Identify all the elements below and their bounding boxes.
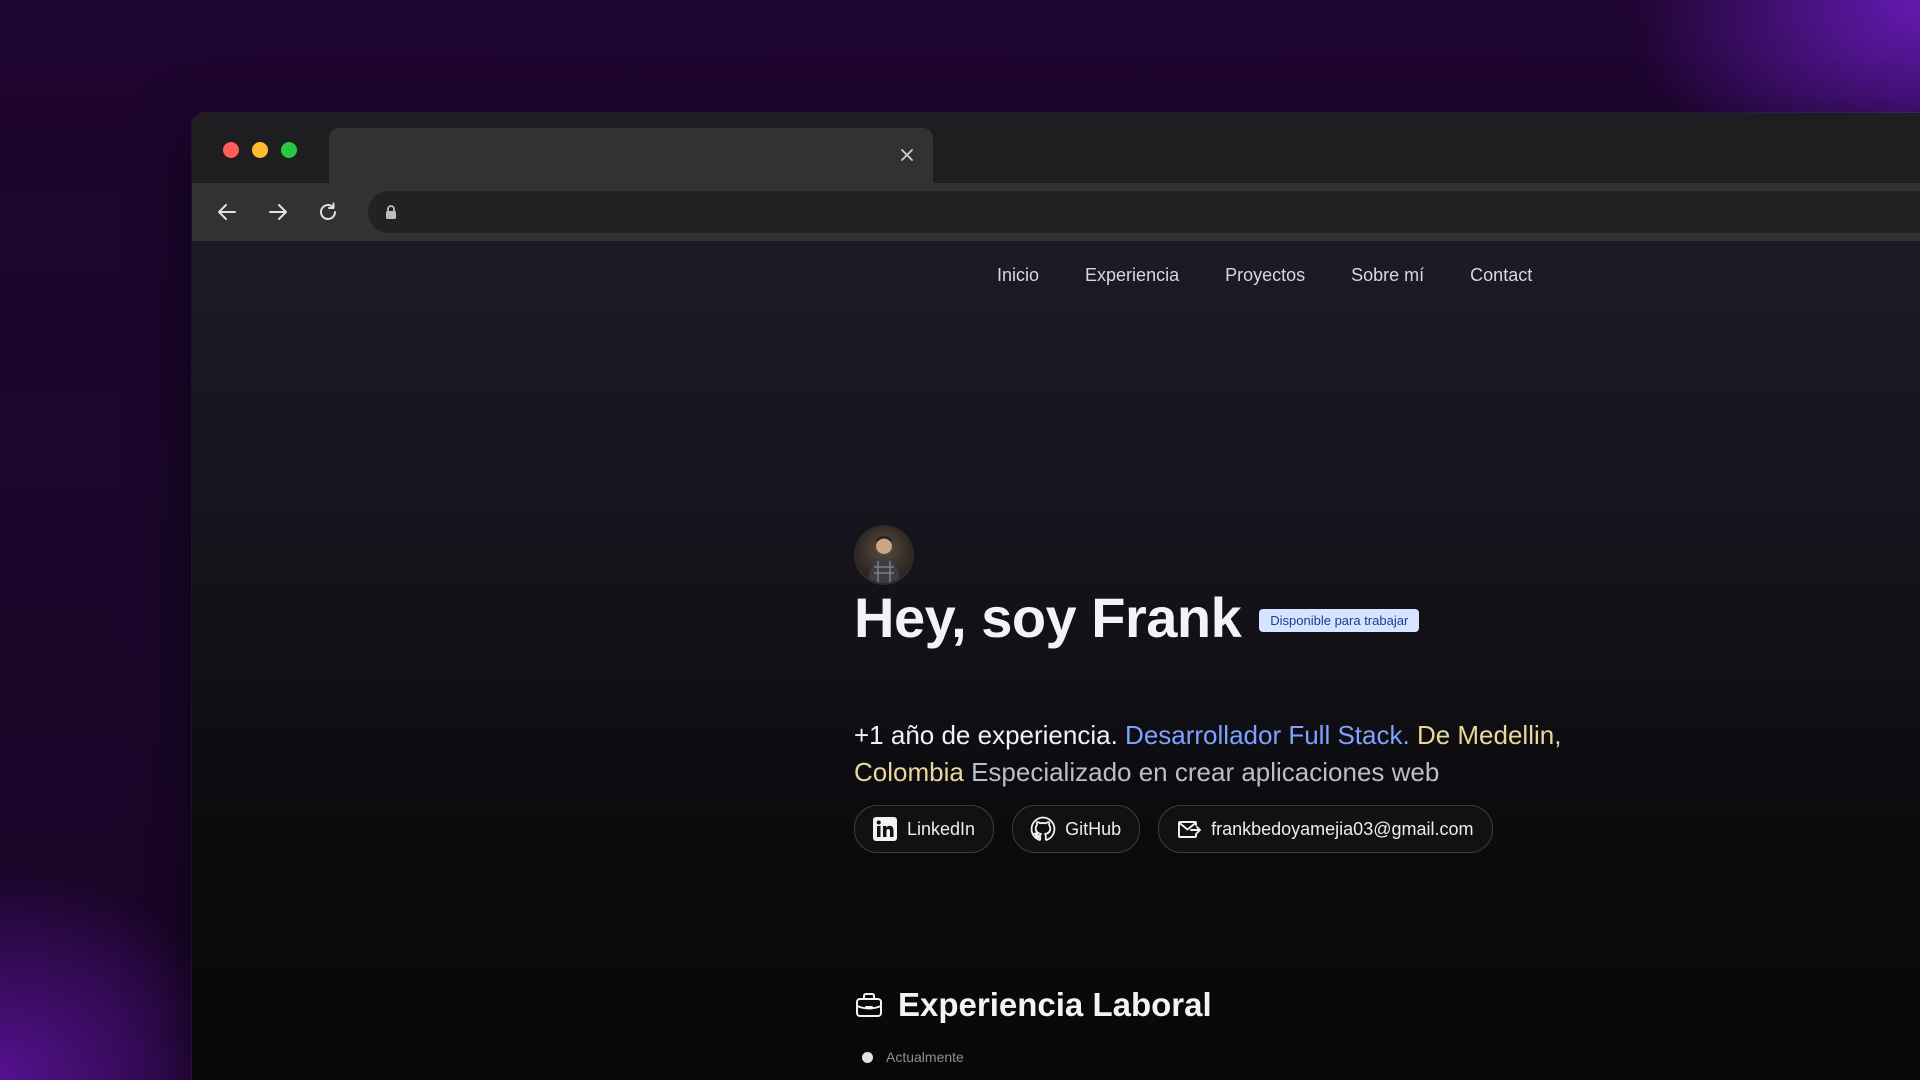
lock-icon <box>382 203 400 221</box>
nav-inicio[interactable]: Inicio <box>997 265 1039 286</box>
timeline-item: Actualmente <box>862 1049 964 1065</box>
close-window-button[interactable] <box>223 142 239 158</box>
availability-badge: Disponible para trabajar <box>1259 609 1420 632</box>
reload-icon <box>320 202 336 220</box>
close-icon[interactable] <box>894 142 920 168</box>
page-viewport: Inicio Experiencia Proyectos Sobre mí Co… <box>192 241 1920 1080</box>
mail-icon <box>1178 821 1202 838</box>
role-text: Desarrollador Full Stack. <box>1125 720 1410 750</box>
hero-description: +1 año de experiencia. Desarrollador Ful… <box>854 717 1654 791</box>
github-icon <box>1030 816 1056 841</box>
nav-experiencia[interactable]: Experiencia <box>1085 265 1179 286</box>
specialty-text: Especializado en crear aplicaciones web <box>971 757 1440 787</box>
email-button[interactable]: frankbedoyamejia03@gmail.com <box>1158 805 1493 853</box>
forward-button[interactable] <box>261 195 295 229</box>
browser-window: Inicio Experiencia Proyectos Sobre mí Co… <box>192 113 1920 1080</box>
back-button[interactable] <box>210 195 244 229</box>
page-title: Hey, soy Frank <box>854 586 1242 649</box>
timeline-label: Actualmente <box>886 1049 964 1065</box>
arrow-left-icon <box>218 204 236 220</box>
nav-sobre-mi[interactable]: Sobre mí <box>1351 265 1424 286</box>
social-links: LinkedIn GitHub frankbedoyamejia03@gmail… <box>854 805 1493 853</box>
site-nav: Inicio Experiencia Proyectos Sobre mí Co… <box>997 265 1532 286</box>
reload-button[interactable] <box>311 195 345 229</box>
github-button[interactable]: GitHub <box>1012 805 1141 853</box>
browser-tab[interactable] <box>329 128 933 183</box>
nav-contact[interactable]: Contact <box>1470 265 1532 286</box>
title-bar <box>192 113 1920 183</box>
linkedin-label: LinkedIn <box>907 818 976 839</box>
linkedin-button[interactable]: LinkedIn <box>854 805 995 853</box>
arrow-right-icon <box>269 204 287 220</box>
window-controls <box>223 142 297 158</box>
section-title: Experiencia Laboral <box>898 986 1212 1023</box>
hero-title-row: Hey, soy Frank Disponible para trabajar <box>854 585 1420 650</box>
address-bar[interactable] <box>368 191 1920 233</box>
nav-proyectos[interactable]: Proyectos <box>1225 265 1305 286</box>
timeline-dot <box>862 1051 873 1063</box>
experience-text: +1 año de experiencia. <box>854 720 1118 750</box>
briefcase-icon <box>856 993 882 1017</box>
email-label: frankbedoyamejia03@gmail.com <box>1211 818 1474 839</box>
linkedin-icon <box>873 817 897 841</box>
browser-toolbar <box>192 183 1920 242</box>
maximize-window-button[interactable] <box>281 142 297 158</box>
github-label: GitHub <box>1065 818 1122 839</box>
experience-section-header: Experiencia Laboral <box>854 986 1212 1024</box>
avatar <box>854 525 914 585</box>
minimize-window-button[interactable] <box>252 142 268 158</box>
